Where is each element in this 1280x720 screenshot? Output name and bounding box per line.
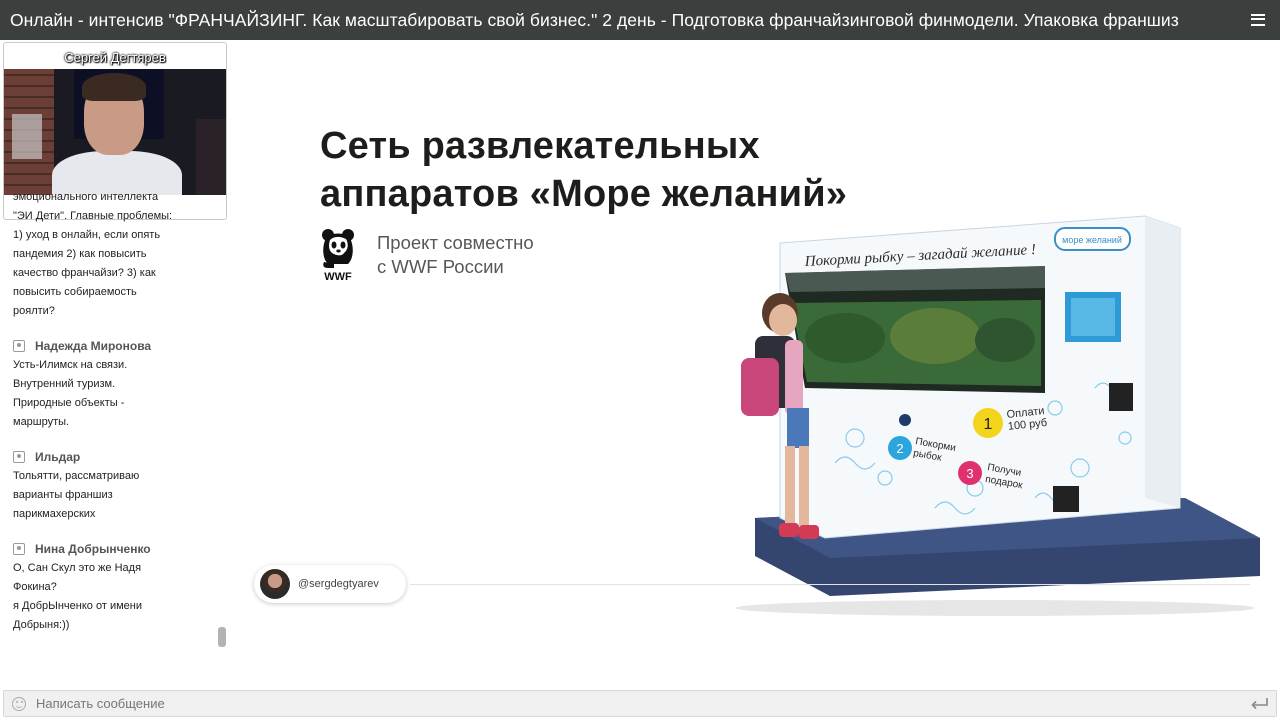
svg-text:Оплати 100 руб: Оплати 100 руб: [1006, 405, 1049, 433]
message-input[interactable]: [26, 691, 1246, 716]
step-2-number: 2: [896, 441, 903, 456]
emoji-icon[interactable]: [12, 696, 26, 711]
window-title: Онлайн - интенсив "ФРАНЧАЙЗИНГ. Как масш…: [10, 9, 1179, 30]
chat-message-author: Нина Добрынченко: [35, 542, 151, 556]
user-icon: [13, 543, 25, 555]
wwf-panda-logo: WWF: [322, 229, 354, 283]
chat-message-text: Тольятти, рассматриваю варианты франшиз …: [13, 470, 140, 520]
author-handle: @sergdegtyarev: [298, 578, 379, 590]
wwf-label: WWF: [324, 271, 352, 283]
slide-title: Сеть развлекательных аппаратов «Море жел…: [320, 122, 847, 218]
chat-message-text: О, Сан Скул это же Надя Фокина? я ДобрЫн…: [13, 562, 142, 631]
chat-message: Ильдар Тольятти, рассматриваю варианты ф…: [13, 447, 216, 524]
title-bar: Онлайн - интенсив "ФРАНЧАЙЗИНГ. Как масш…: [0, 0, 1280, 40]
avatar: [260, 569, 290, 599]
chat-scrollbar-thumb[interactable]: [218, 627, 226, 647]
user-icon: [13, 451, 25, 463]
presentation-slide: Сеть развлекательных аппаратов «Море жел…: [230, 40, 1280, 688]
enter-icon[interactable]: [1246, 691, 1272, 716]
slide-title-line-1: Сеть развлекательных: [320, 125, 760, 167]
speaker-video[interactable]: [4, 69, 226, 195]
wishing-machine-photo: Покорми рыбку – загадай желание ! море ж…: [735, 215, 1260, 616]
wwf-project-text: Проект совместно с WWF России: [377, 232, 534, 277]
machine-brand: море желаний: [1062, 235, 1122, 245]
chat-message: Нина Добрынченко О, Сан Скул это же Надя…: [13, 539, 216, 635]
message-composer: [3, 690, 1277, 717]
author-badge: @sergdegtyarev: [254, 565, 406, 603]
chat-message-text: эмоционального интеллекта "ЭИ Дети". Гла…: [13, 191, 173, 317]
step-1-number: 1: [984, 416, 993, 433]
chat-messages[interactable]: эмоционального интеллекта "ЭИ Дети". Гла…: [0, 188, 216, 644]
menu-button[interactable]: [1236, 0, 1280, 40]
slide-divider: [410, 584, 1250, 585]
chat-message-author: Надежда Миронова: [35, 339, 152, 353]
speaker-name: Сергей Дегтярев: [64, 50, 166, 65]
user-icon: [13, 340, 25, 352]
step-3-number: 3: [966, 466, 973, 481]
chat-message-author: Ильдар: [35, 450, 81, 464]
chat-scrollbar[interactable]: [218, 188, 226, 648]
chat-message: Надежда Миронова Усть-Илимск на связи. В…: [13, 336, 216, 432]
chat-message-text: Усть-Илимск на связи. Внутренний туризм.…: [13, 359, 128, 428]
hamburger-icon: [1251, 14, 1265, 26]
